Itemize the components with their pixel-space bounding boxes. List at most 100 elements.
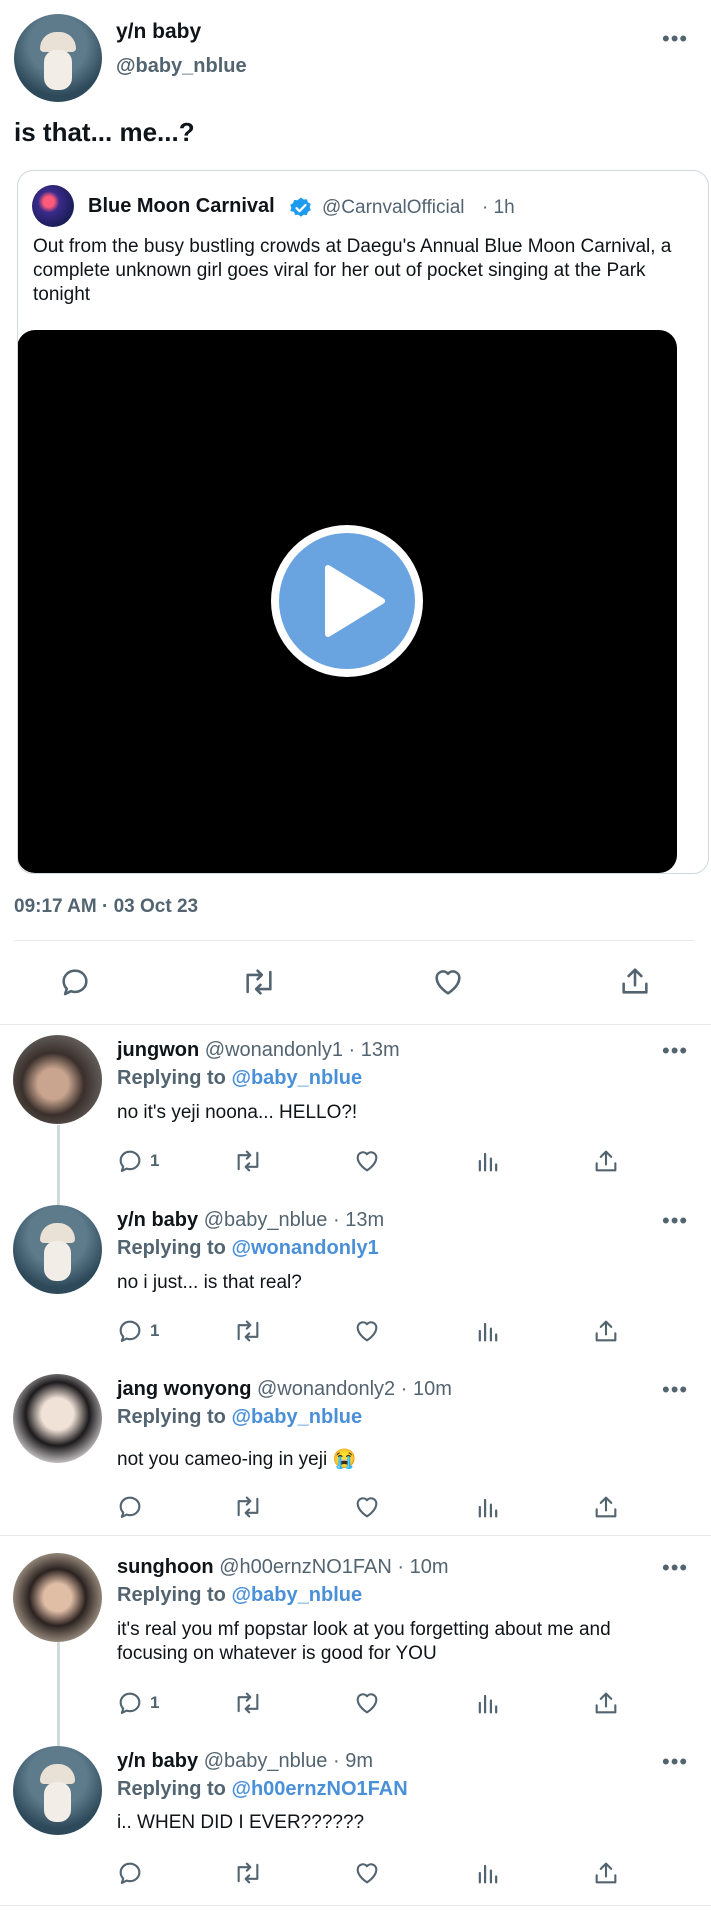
video-player[interactable]: [18, 330, 677, 873]
avatar[interactable]: [13, 1205, 102, 1294]
reply-text: not you cameo-ing in yeji 😭: [117, 1449, 357, 1470]
reply-icon[interactable]: [58, 965, 92, 999]
reply-author-name[interactable]: y/n baby: [117, 1209, 198, 1231]
reply-author-name[interactable]: jungwon: [117, 1039, 199, 1061]
handle[interactable]: @baby_nblue: [116, 55, 247, 78]
reply-header: jang wonyong @wonandonly2 · 10m: [117, 1378, 452, 1401]
replying-to-link[interactable]: @h00ernzNO1FAN: [231, 1778, 407, 1800]
reply-icon[interactable]: [116, 1147, 144, 1175]
reply-header: jungwon @wonandonly1 · 13m: [117, 1039, 400, 1062]
share-icon[interactable]: [592, 1859, 620, 1887]
more-icon[interactable]: •••: [662, 1751, 688, 1773]
quoted-tweet-card[interactable]: Blue Moon Carnival @CarnvalOfficial · 1h…: [17, 170, 709, 874]
display-name[interactable]: y/n baby: [116, 20, 201, 44]
share-icon[interactable]: [592, 1493, 620, 1521]
like-icon[interactable]: [431, 965, 465, 999]
like-icon[interactable]: [353, 1689, 381, 1717]
more-icon[interactable]: •••: [662, 28, 688, 50]
avatar[interactable]: [13, 1746, 102, 1835]
reply-header: y/n baby @baby_nblue · 13m: [117, 1209, 384, 1232]
reply-author-name[interactable]: y/n baby: [117, 1750, 198, 1772]
replying-to: Replying to @h00ernzNO1FAN: [117, 1778, 408, 1801]
replying-label: Replying to: [117, 1778, 232, 1800]
reply-actions: 1: [116, 1687, 626, 1719]
quoted-avatar: [32, 185, 74, 227]
share-icon[interactable]: [618, 964, 652, 998]
share-icon[interactable]: [592, 1689, 620, 1717]
quoted-time: · 1h: [482, 197, 515, 218]
verified-badge-icon: [290, 197, 311, 217]
reply-actions: 1: [116, 1315, 626, 1347]
reply-icon[interactable]: [116, 1689, 144, 1717]
reply-text: no i just... is that real?: [117, 1272, 302, 1293]
reply-author-name[interactable]: sunghoon: [117, 1556, 214, 1578]
reply-icon[interactable]: [116, 1317, 144, 1345]
views-icon[interactable]: [474, 1493, 502, 1521]
retweet-icon[interactable]: [232, 1317, 264, 1345]
replying-to: Replying to @baby_nblue: [117, 1406, 362, 1429]
quoted-text: Out from the busy bustling crowds at Dae…: [33, 236, 672, 305]
views-icon[interactable]: [474, 1689, 502, 1717]
replying-to-link[interactable]: @wonandonly1: [231, 1237, 378, 1259]
replying-to: Replying to @wonandonly1: [117, 1237, 379, 1260]
retweet-icon[interactable]: [232, 1689, 264, 1717]
avatar[interactable]: [13, 1035, 102, 1124]
retweet-icon[interactable]: [240, 965, 278, 999]
retweet-icon[interactable]: [232, 1493, 264, 1521]
replying-to-link[interactable]: @baby_nblue: [231, 1584, 362, 1606]
divider: [0, 1024, 711, 1025]
reply-author-name[interactable]: jang wonyong: [117, 1378, 251, 1400]
reply-meta: @wonandonly1 · 13m: [204, 1039, 400, 1061]
thread-line: [57, 1125, 60, 1211]
share-icon[interactable]: [592, 1317, 620, 1345]
replying-to: Replying to @baby_nblue: [117, 1067, 362, 1090]
views-icon[interactable]: [474, 1147, 502, 1175]
like-icon[interactable]: [353, 1859, 381, 1887]
replying-label: Replying to: [117, 1067, 232, 1089]
share-icon[interactable]: [592, 1147, 620, 1175]
like-icon[interactable]: [353, 1317, 381, 1345]
views-icon[interactable]: [474, 1859, 502, 1887]
like-icon[interactable]: [353, 1147, 381, 1175]
more-icon[interactable]: •••: [662, 1210, 688, 1232]
avatar[interactable]: [13, 1553, 102, 1642]
play-icon[interactable]: [268, 522, 426, 680]
reply-meta: @baby_nblue · 13m: [203, 1209, 385, 1231]
reply-actions: [116, 1857, 626, 1889]
reply-meta: @baby_nblue · 9m: [203, 1750, 373, 1772]
replying-to: Replying to @baby_nblue: [117, 1584, 362, 1607]
divider: [14, 940, 694, 941]
divider: [0, 1905, 711, 1906]
reply-actions: [116, 1491, 626, 1523]
reply-text: it's real you mf popstar look at you for…: [117, 1619, 611, 1664]
timestamp[interactable]: 09:17 AM · 03 Oct 23: [14, 896, 198, 918]
more-icon[interactable]: •••: [662, 1040, 688, 1062]
avatar[interactable]: [13, 1374, 102, 1463]
more-icon[interactable]: •••: [662, 1379, 688, 1401]
reply-meta: @wonandonly2 · 10m: [257, 1378, 452, 1400]
retweet-icon[interactable]: [232, 1859, 264, 1887]
reply-text: no it's yeji noona... HELLO?!: [117, 1102, 358, 1123]
reply-header: sunghoon @h00ernzNO1FAN · 10m: [117, 1556, 448, 1579]
replying-to-link[interactable]: @baby_nblue: [231, 1067, 362, 1089]
replying-label: Replying to: [117, 1584, 232, 1606]
tweet-text: is that... me...?: [14, 117, 195, 147]
views-icon[interactable]: [474, 1317, 502, 1345]
replying-label: Replying to: [117, 1237, 232, 1259]
reply-count: 1: [150, 1151, 160, 1170]
reply-text: i.. WHEN DID I EVER??????: [117, 1812, 365, 1833]
reply-meta: @h00ernzNO1FAN · 10m: [219, 1556, 449, 1578]
replying-label: Replying to: [117, 1406, 232, 1428]
thread-line: [57, 1642, 60, 1746]
reply-header: y/n baby @baby_nblue · 9m: [117, 1750, 373, 1773]
retweet-icon[interactable]: [232, 1147, 264, 1175]
reply-count: 1: [150, 1693, 160, 1712]
replying-to-link[interactable]: @baby_nblue: [231, 1406, 362, 1428]
avatar[interactable]: [14, 14, 102, 102]
quoted-handle: @CarnvalOfficial: [322, 197, 465, 218]
more-icon[interactable]: •••: [662, 1557, 688, 1579]
reply-actions: 1: [116, 1145, 626, 1177]
like-icon[interactable]: [353, 1493, 381, 1521]
reply-icon[interactable]: [116, 1859, 144, 1887]
reply-icon[interactable]: [116, 1493, 144, 1521]
